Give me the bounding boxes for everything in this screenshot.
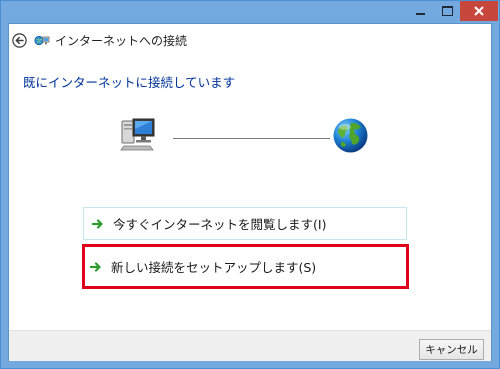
window-title: インターネットへの接続: [55, 34, 188, 48]
page-heading: 既にインターネットに接続しています: [23, 75, 236, 90]
back-arrow-icon[interactable]: [12, 33, 27, 48]
cancel-button[interactable]: キャンセル: [419, 339, 484, 360]
connection-line: [173, 138, 330, 139]
wizard-panel: インターネットへの接続 既にインターネットに接続しています 今すぐインターネット…: [8, 23, 492, 361]
footer-bar: キャンセル: [9, 330, 491, 361]
green-arrow-icon: [90, 261, 101, 272]
close-button[interactable]: [460, 1, 498, 21]
dialog-window: インターネットへの接続 既にインターネットに接続しています 今すぐインターネット…: [0, 0, 500, 369]
wizard-header: インターネットへの接続: [9, 24, 491, 58]
setup-new-connection-label: 新しい接続をセットアップします(S): [111, 260, 317, 275]
maximize-button[interactable]: [434, 1, 460, 21]
green-arrow-icon: [92, 218, 103, 229]
setup-new-connection-option[interactable]: 新しい接続をセットアップします(S): [82, 244, 409, 289]
computer-icon: [120, 118, 155, 151]
globe-icon: [333, 118, 368, 153]
minimize-icon: [416, 13, 425, 15]
close-icon: [474, 6, 484, 16]
minimize-button[interactable]: [407, 1, 434, 21]
maximize-icon: [441, 6, 453, 16]
browse-internet-label: 今すぐインターネットを閲覧します(I): [113, 217, 327, 232]
browse-internet-option[interactable]: 今すぐインターネットを閲覧します(I): [83, 207, 407, 240]
title-bar[interactable]: [1, 1, 499, 23]
network-wizard-icon: [34, 35, 50, 46]
